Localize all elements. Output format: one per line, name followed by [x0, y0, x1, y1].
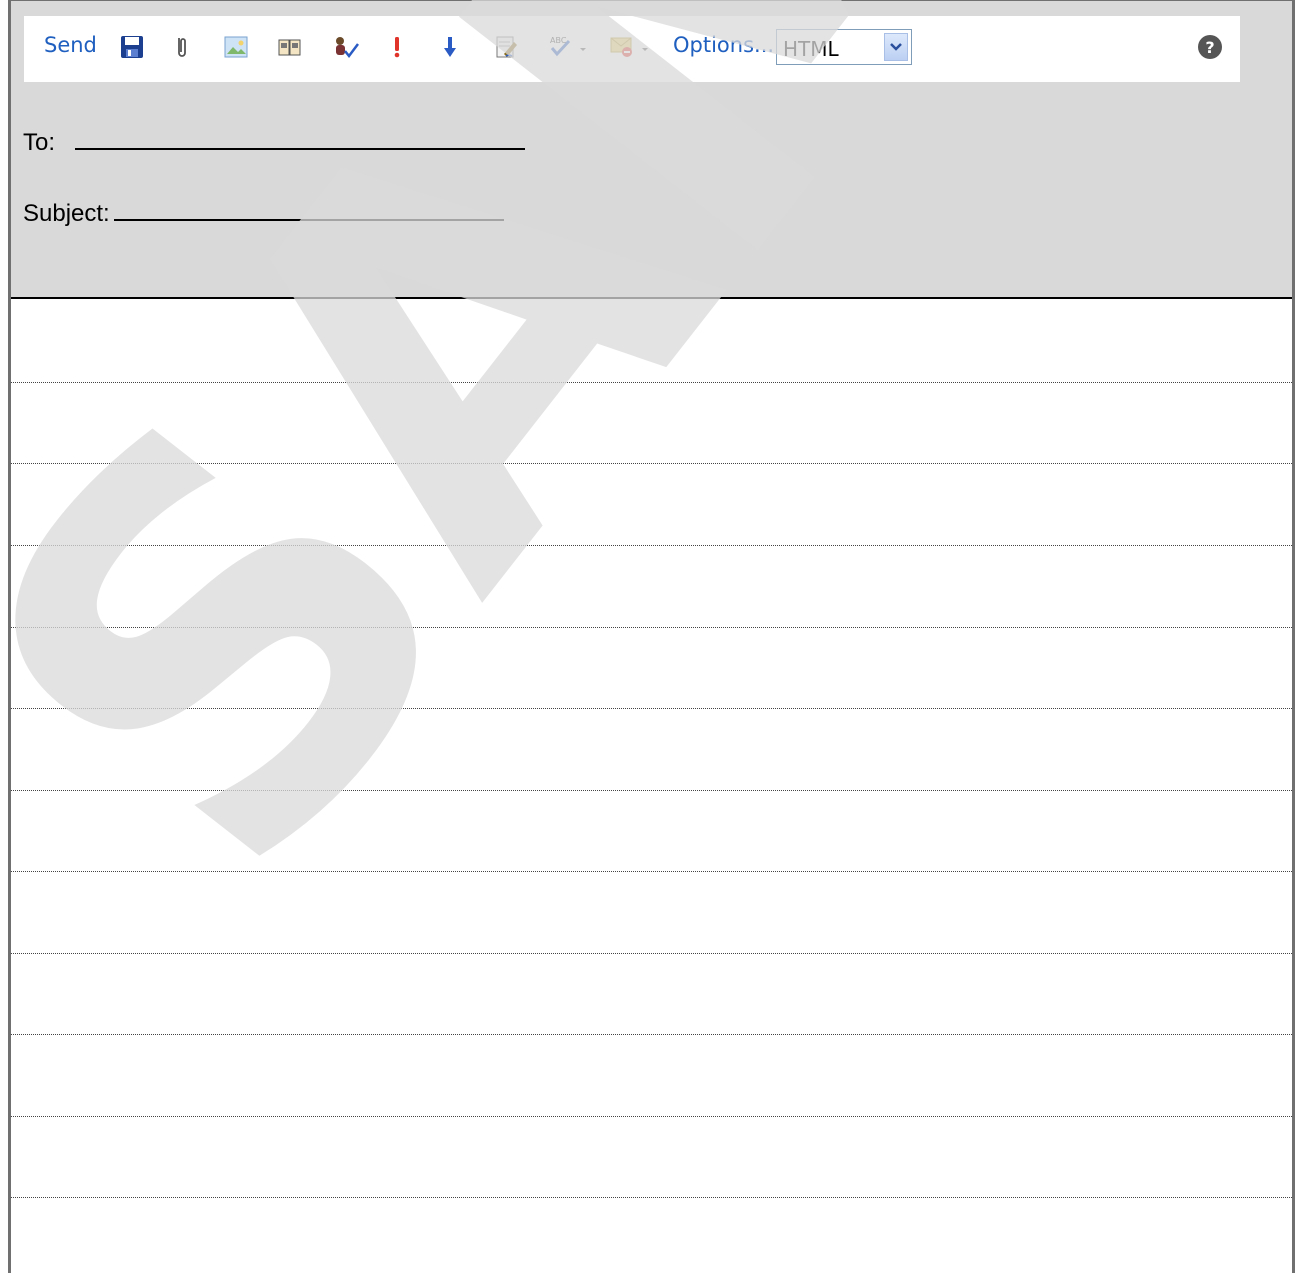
check-names-icon[interactable] — [332, 34, 359, 62]
format-select-value: HTML — [783, 37, 839, 61]
to-field: To: — [23, 128, 526, 157]
body-rule-line — [11, 708, 1292, 709]
help-icon[interactable]: ? — [1196, 33, 1224, 61]
subject-field: Subject: — [23, 199, 504, 228]
save-icon[interactable] — [120, 34, 146, 62]
signature-icon[interactable] — [494, 34, 520, 62]
spelling-icon[interactable]: ABC — [547, 34, 591, 62]
chevron-down-icon[interactable] — [884, 33, 908, 61]
message-form: Send ABC Options... HTML ? To: Subject: — [8, 0, 1295, 1273]
body-rule-line — [11, 627, 1292, 628]
body-rule-line — [11, 382, 1292, 383]
address-book-icon[interactable] — [277, 34, 303, 62]
attach-icon[interactable] — [170, 34, 196, 62]
message-header: Send ABC Options... HTML ? To: Subject: — [11, 1, 1292, 299]
body-rule-line — [11, 871, 1292, 872]
body-rule-line — [11, 790, 1292, 791]
send-button[interactable]: Send — [44, 33, 97, 57]
high-importance-icon[interactable] — [387, 34, 413, 62]
subject-label: Subject: — [23, 200, 110, 227]
body-rule-line — [11, 953, 1292, 954]
body-rule-line — [11, 545, 1292, 546]
low-importance-icon[interactable] — [440, 34, 466, 62]
options-button[interactable]: Options... — [673, 33, 774, 57]
message-body[interactable] — [11, 299, 1292, 1274]
to-input-line[interactable] — [75, 128, 526, 150]
insert-image-icon[interactable] — [223, 34, 249, 62]
permission-icon[interactable] — [609, 34, 653, 62]
subject-input-line[interactable] — [113, 199, 504, 221]
to-label: To: — [23, 129, 56, 156]
body-rule-line — [11, 463, 1292, 464]
body-rule-line — [11, 1034, 1292, 1035]
body-rule-line — [11, 1116, 1292, 1117]
svg-text:?: ? — [1205, 38, 1214, 57]
body-rule-line — [11, 1197, 1292, 1198]
toolbar: Send ABC Options... HTML ? — [24, 16, 1240, 82]
svg-text:ABC: ABC — [550, 36, 567, 45]
format-select[interactable]: HTML — [776, 29, 912, 65]
